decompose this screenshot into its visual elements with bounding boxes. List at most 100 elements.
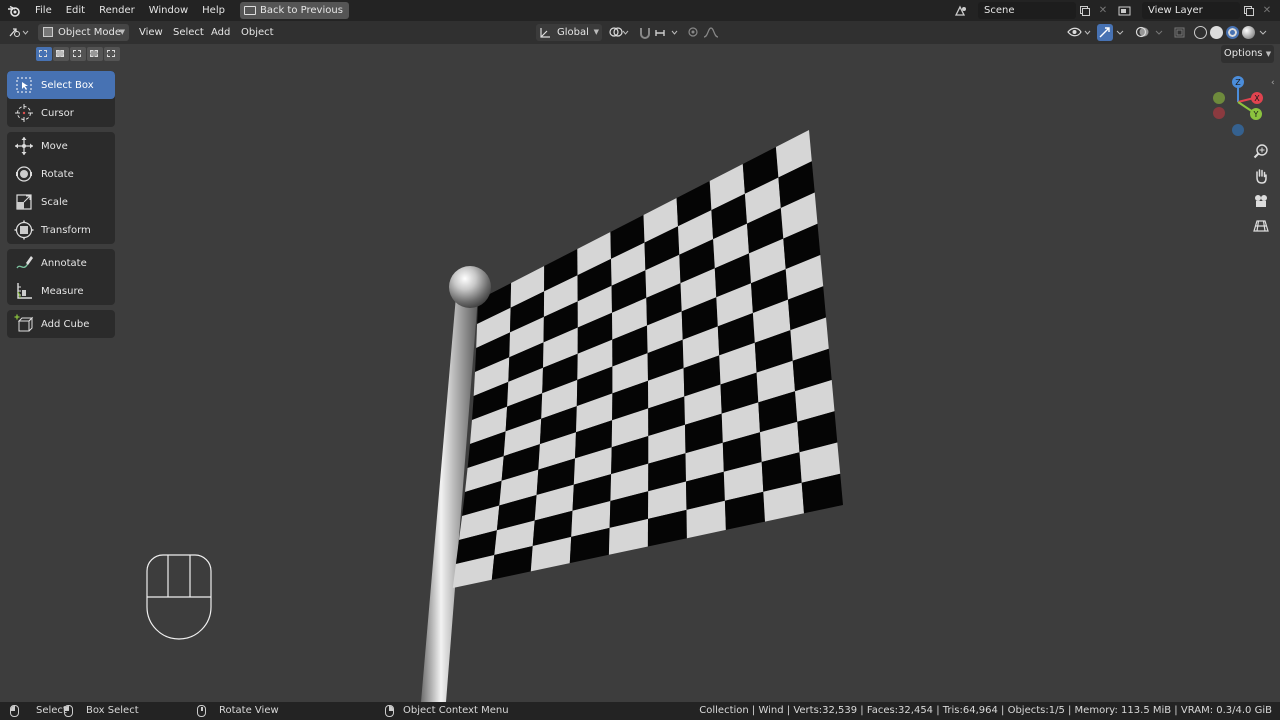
tool-move[interactable]: Move [7,132,115,160]
sidebar-toggle-icon[interactable]: ‹ [1271,78,1275,88]
measure-icon [7,281,41,301]
screen-icon [243,6,256,15]
falloff-icon[interactable] [702,24,726,41]
gizmo-neg-z-axis[interactable] [1232,124,1244,136]
overlays-icon[interactable] [1134,24,1152,41]
perspective-grid-icon[interactable] [1249,215,1273,237]
tool-group-annotate: Annotate Measure [7,249,115,305]
gizmo-toggle-icon[interactable] [1097,24,1113,41]
orientation-icon [540,28,550,38]
left-mouse-drag-icon [64,705,73,717]
menu-window[interactable]: Window [142,0,195,21]
wireframe-shading-icon[interactable] [1194,26,1207,39]
navigation-gizmo[interactable]: Z X Y [1206,74,1266,140]
tool-group-transform: Move Rotate Scale Transform [7,132,115,244]
chevron-down-icon: ▼ [1265,50,1272,58]
tool-add-cube[interactable]: Add Cube [7,310,115,338]
gizmo-neg-x-axis[interactable] [1213,107,1225,119]
visibility-icon[interactable] [1066,24,1094,41]
annotate-icon [7,253,41,273]
editor-type-icon[interactable] [8,24,34,41]
chevron-down-icon: ▼ [119,28,125,36]
mouse-overlay-icon [146,554,212,640]
material-preview-icon[interactable] [1226,26,1239,39]
viewport-header: Object Mode ▼ View Select Add Object Glo… [0,21,1280,44]
solid-shading-icon[interactable] [1210,26,1223,39]
view-layer-field[interactable]: View Layer [1142,2,1240,19]
scene-icon[interactable] [952,2,970,19]
tool-select-box[interactable]: Select Box [7,71,115,99]
object-mode-icon [43,27,53,37]
new-view-layer-icon[interactable] [1240,2,1258,19]
tool-cursor[interactable]: Cursor [7,99,115,127]
snap-target-icon[interactable] [654,24,680,41]
close-view-layer-icon[interactable]: ✕ [1258,2,1276,19]
xray-icon[interactable] [1172,24,1188,41]
options-button[interactable]: Options ▼ [1221,45,1274,63]
tool-scale[interactable]: Scale [7,188,115,216]
tool-measure[interactable]: Measure [7,277,115,305]
menu-object[interactable]: Object [241,24,274,41]
left-mouse-icon [10,705,19,717]
right-mouse-icon [385,705,394,717]
tool-group-add: Add Cube [7,310,115,338]
proportional-editing-icon[interactable] [686,24,700,41]
shading-dropdown-icon[interactable] [1258,24,1270,41]
tool-label: Move [41,140,68,152]
gizmo-y-label: Y [1253,110,1259,119]
top-menu-bar: File Edit Render Window Help Back to Pre… [0,0,1280,21]
gizmo-x-label: X [1254,94,1260,103]
snap-toggle-icon[interactable] [638,24,652,41]
gizmo-neg-y-axis[interactable] [1213,92,1225,104]
gizmo-options-icon[interactable] [1114,24,1128,41]
camera-view-icon[interactable] [1249,190,1273,212]
tool-label: Select Box [41,79,94,91]
rotate-icon [7,164,41,184]
orientation-dropdown[interactable]: Global ▼ [536,24,602,41]
menu-select[interactable]: Select [173,24,204,41]
status-box-select-hint: Box Select [64,702,139,720]
tool-label: Measure [41,285,84,297]
tool-label: Transform [41,224,91,236]
blender-logo-icon[interactable] [0,0,28,21]
close-scene-icon[interactable]: ✕ [1094,2,1112,19]
selection-mode-buttons [36,47,120,61]
extend-selection-icon[interactable] [53,47,69,61]
middle-mouse-icon [197,705,206,717]
zoom-icon[interactable] [1249,140,1273,162]
chevron-down-icon: ▼ [593,28,599,36]
tool-annotate[interactable]: Annotate [7,249,115,277]
status-rotate-view-hint: Rotate View [197,702,279,720]
intersect-selection-icon[interactable] [104,47,120,61]
select-box-icon [7,76,41,94]
status-context-menu-hint: Object Context Menu [385,702,509,720]
view-layer-icon[interactable] [1116,2,1134,19]
menu-help[interactable]: Help [195,0,232,21]
tool-transform[interactable]: Transform [7,216,115,244]
rendered-shading-icon[interactable] [1242,26,1255,39]
pan-hand-icon[interactable] [1249,165,1273,187]
tool-label: Annotate [41,257,87,269]
menu-add[interactable]: Add [211,24,230,41]
tool-rotate[interactable]: Rotate [7,160,115,188]
checkered-flag [452,130,843,588]
menu-view[interactable]: View [139,24,163,41]
status-bar: Select Box Select Rotate View Object Con… [0,702,1280,720]
new-scene-icon[interactable] [1076,2,1094,19]
pivot-point-icon[interactable] [608,24,634,41]
status-box-select-label: Box Select [86,705,139,716]
tool-shelf: Select Box Cursor Move Rotate Scale Tran… [7,71,115,343]
overlays-dropdown-icon[interactable] [1154,24,1166,41]
menu-edit[interactable]: Edit [59,0,92,21]
menu-file[interactable]: File [28,0,59,21]
mode-dropdown[interactable]: Object Mode ▼ [38,24,129,41]
tool-label: Rotate [41,168,74,180]
scene-name-field[interactable]: Scene [978,2,1076,19]
back-to-previous-button[interactable]: Back to Previous [239,2,349,19]
menu-render[interactable]: Render [92,0,142,21]
subtract-selection-icon[interactable] [70,47,86,61]
status-select-hint: Select [10,702,67,720]
tool-label: Cursor [41,107,74,119]
set-new-selection-icon[interactable] [36,47,52,61]
invert-selection-icon[interactable] [87,47,103,61]
